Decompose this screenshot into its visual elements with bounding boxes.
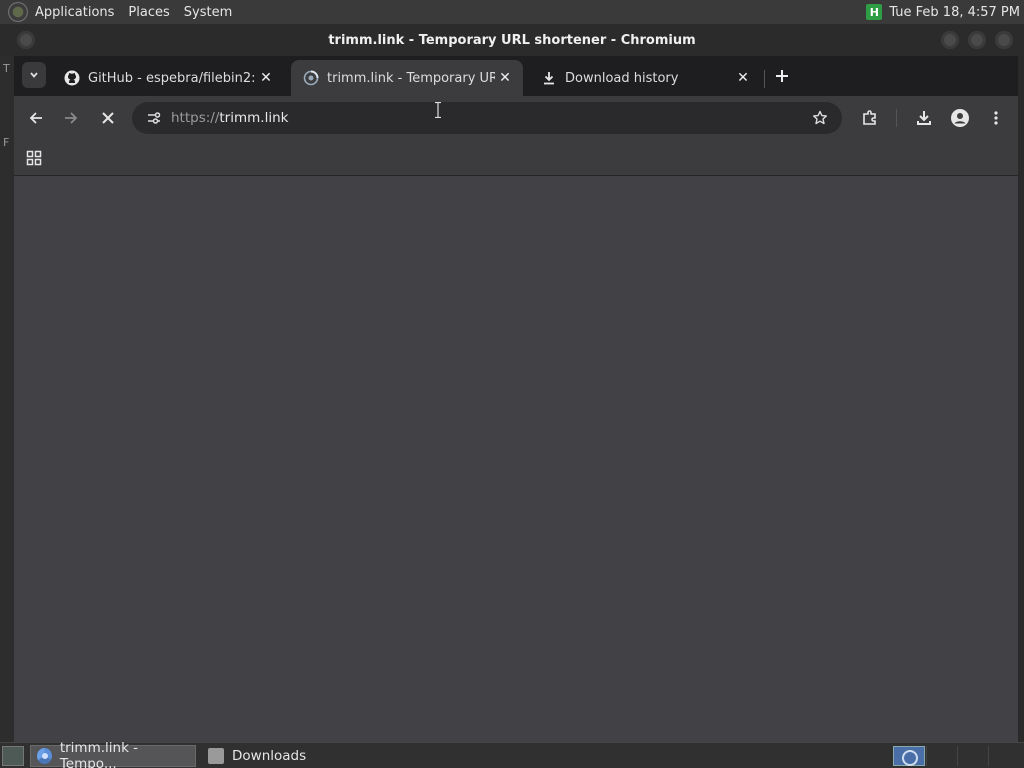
maximize-button[interactable]	[968, 31, 986, 49]
more-vertical-icon	[994, 111, 998, 125]
tab-title: Download history	[565, 70, 679, 86]
downloads-button[interactable]	[910, 104, 938, 132]
toolbar-separator	[896, 109, 897, 127]
window-right-edge	[1018, 96, 1024, 742]
plus-icon	[776, 70, 788, 82]
tab-title: trimm.link - Temporary URL	[327, 70, 495, 86]
extensions-button[interactable]	[856, 104, 884, 132]
system-menu[interactable]: System	[177, 5, 239, 20]
workspace-switcher-active[interactable]	[893, 746, 925, 766]
hexchat-tray-icon[interactable]: H	[866, 4, 883, 20]
chromium-icon	[37, 747, 52, 764]
tab-trimm-link[interactable]: trimm.link - Temporary URL ✕	[291, 60, 523, 96]
download-icon	[541, 70, 557, 86]
stop-loading-button[interactable]	[94, 104, 122, 132]
window-menu-button[interactable]	[17, 31, 35, 49]
close-tab-icon[interactable]: ✕	[733, 68, 753, 88]
url-scheme: https://	[171, 110, 220, 126]
taskbar-item-label: trimm.link - Tempo...	[59, 739, 139, 768]
tab-github[interactable]: GitHub - espebra/filebin2: Fi ✕	[52, 60, 284, 96]
url-host: trimm.link	[219, 110, 289, 126]
url-text[interactable]: https://trimm.link	[171, 102, 288, 134]
forward-button[interactable]	[57, 104, 85, 132]
bookmark-star-icon[interactable]	[806, 104, 834, 132]
close-window-button[interactable]	[995, 31, 1013, 49]
places-menu[interactable]: Places	[121, 5, 176, 20]
minimize-button[interactable]	[941, 31, 959, 49]
tab-download-history[interactable]: Download history ✕	[529, 60, 761, 96]
workspace-switcher-slot[interactable]	[988, 746, 1018, 766]
window-titlebar[interactable]: trimm.link - Temporary URL shortener - C…	[0, 24, 1024, 56]
tab-search-button[interactable]	[22, 62, 46, 88]
window-title: trimm.link - Temporary URL shortener - C…	[328, 32, 696, 48]
apps-grid-icon[interactable]	[24, 148, 44, 168]
download-icon	[917, 111, 931, 125]
browser-toolbar: https://trimm.link	[14, 96, 1018, 140]
close-tab-icon[interactable]: ✕	[256, 68, 276, 88]
taskbar: trimm.link - Tempo... Downloads	[0, 740, 1024, 768]
taskbar-item-downloads[interactable]: Downloads	[202, 745, 312, 767]
text-cursor-icon	[435, 102, 441, 118]
arrow-right-icon	[65, 112, 78, 124]
back-button[interactable]	[22, 104, 50, 132]
close-tab-icon[interactable]: ✕	[495, 68, 515, 88]
browser-menu-button[interactable]	[982, 104, 1010, 132]
loading-globe-icon	[303, 70, 319, 86]
tab-separator	[764, 70, 765, 88]
folder-icon	[208, 747, 224, 764]
address-bar[interactable]: https://trimm.link	[132, 102, 842, 134]
show-desktop-button[interactable]	[2, 745, 24, 766]
workspace-switcher-slot[interactable]	[926, 746, 956, 766]
taskbar-item-chromium[interactable]: trimm.link - Tempo...	[30, 740, 196, 768]
clock[interactable]: Tue Feb 18, 4:57 PM	[889, 5, 1024, 20]
tab-strip: GitHub - espebra/filebin2: Fi ✕ trimm.li…	[14, 56, 1018, 96]
top-panel: Applications Places System H Tue Feb 18,…	[0, 0, 1024, 24]
close-icon	[102, 112, 114, 124]
chevron-down-icon	[30, 72, 38, 78]
site-info-icon[interactable]	[140, 104, 168, 132]
page-content-area[interactable]	[14, 176, 1018, 742]
new-tab-button[interactable]	[770, 64, 794, 88]
browser-window: trimm.link - Temporary URL shortener - C…	[0, 24, 1024, 742]
puzzle-icon	[863, 110, 876, 125]
github-icon	[64, 70, 80, 86]
workspace-switcher-slot[interactable]	[957, 746, 987, 766]
taskbar-item-label: Downloads	[232, 747, 307, 764]
tab-title: GitHub - espebra/filebin2: Fi	[88, 70, 256, 86]
profile-button[interactable]	[946, 104, 974, 132]
applications-menu[interactable]: Applications	[28, 5, 121, 20]
bookmarks-bar	[14, 140, 1018, 176]
arrow-left-icon	[29, 112, 42, 124]
account-icon	[951, 109, 969, 127]
distro-logo-icon[interactable]	[8, 2, 28, 22]
